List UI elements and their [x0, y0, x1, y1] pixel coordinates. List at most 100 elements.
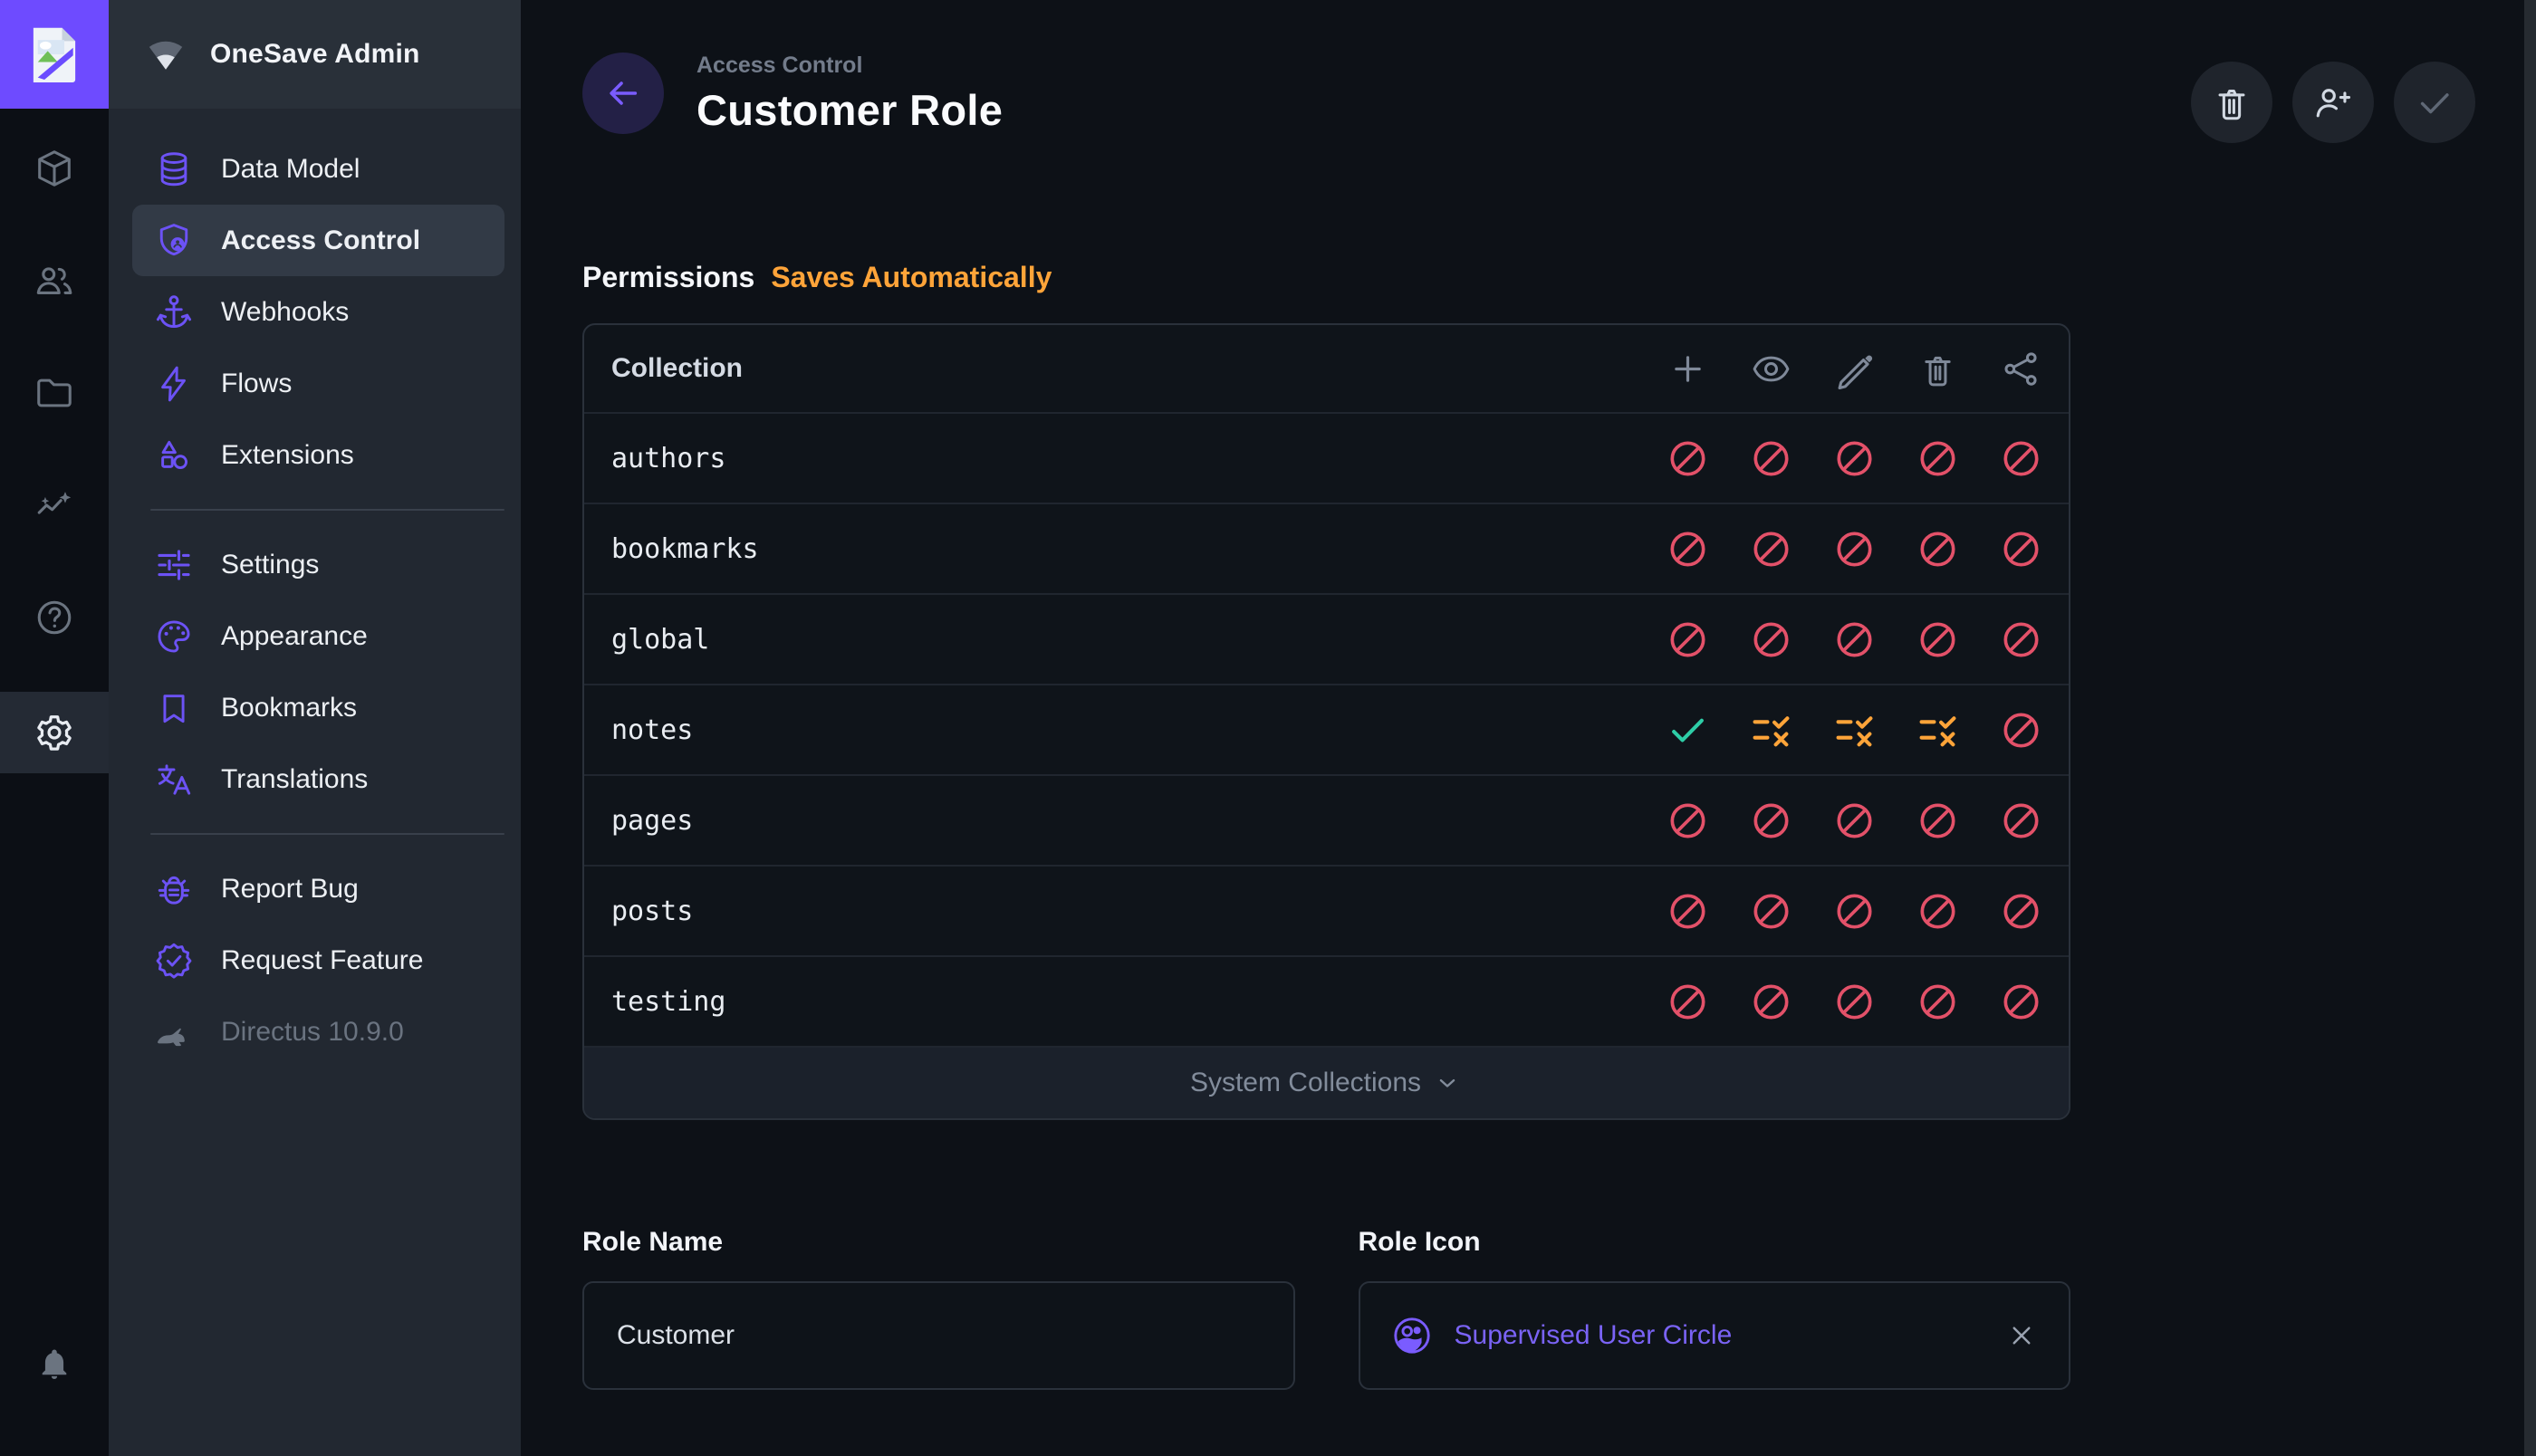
permissions-heading: Permissions Saves Automatically: [582, 261, 2070, 294]
module-insights[interactable]: [0, 449, 109, 561]
module-users[interactable]: [0, 225, 109, 337]
sidebar-item-directus-10-9-0[interactable]: Directus 10.9.0: [132, 996, 504, 1068]
no-access-icon[interactable]: [2001, 891, 2041, 932]
project-header[interactable]: OneSave Admin: [109, 0, 521, 109]
no-access-icon[interactable]: [1667, 891, 1708, 932]
no-access-icon[interactable]: [1917, 982, 1958, 1022]
full-access-icon[interactable]: [1667, 710, 1708, 751]
no-access-icon[interactable]: [1751, 800, 1792, 841]
sidebar-item-webhooks[interactable]: Webhooks: [132, 276, 504, 348]
sidebar-item-bookmarks[interactable]: Bookmarks: [132, 672, 504, 743]
module-settings[interactable]: [0, 692, 109, 773]
permission-rows: authorsbookmarksglobalnotespagespoststes…: [584, 412, 2069, 1046]
no-access-icon[interactable]: [1667, 529, 1708, 570]
system-collections-toggle[interactable]: System Collections: [584, 1046, 2069, 1118]
bell-icon: [34, 1344, 74, 1384]
module-help[interactable]: [0, 561, 109, 674]
sidebar-item-data-model[interactable]: Data Model: [132, 133, 504, 205]
cube-icon: [34, 148, 75, 189]
no-access-icon[interactable]: [1834, 438, 1875, 479]
role-icon-label: Role Icon: [1359, 1227, 2071, 1258]
back-button[interactable]: [582, 53, 664, 134]
sidebar-item-translations[interactable]: Translations: [132, 743, 504, 815]
tune-icon: [154, 545, 194, 585]
title-block: Access Control Customer Role: [696, 53, 1003, 135]
no-access-icon[interactable]: [1667, 982, 1708, 1022]
no-access-icon[interactable]: [1917, 619, 1958, 660]
invite-users-button[interactable]: [2292, 62, 2374, 143]
custom-access-icon[interactable]: [1751, 710, 1792, 751]
save-button[interactable]: [2394, 62, 2475, 143]
close-icon: [2005, 1319, 2038, 1352]
read-column-icon[interactable]: [1751, 349, 1792, 389]
supervised-user-circle-icon: [1391, 1315, 1433, 1356]
no-access-icon[interactable]: [1834, 891, 1875, 932]
update-column-icon[interactable]: [1834, 349, 1875, 389]
custom-access-icon[interactable]: [1834, 710, 1875, 751]
no-access-icon[interactable]: [2001, 529, 2041, 570]
collection-name: bookmarks: [611, 533, 759, 565]
bolt-icon: [154, 364, 194, 404]
clear-icon-button[interactable]: [2005, 1319, 2038, 1352]
no-access-icon[interactable]: [2001, 710, 2041, 751]
rabbit-icon: [154, 1012, 194, 1052]
permissions-table: Collection authorsbookmarksglobalnotespa…: [582, 323, 2070, 1120]
no-access-icon[interactable]: [1834, 800, 1875, 841]
no-access-icon[interactable]: [1667, 438, 1708, 479]
no-access-icon[interactable]: [1917, 800, 1958, 841]
sidebar-item-flows[interactable]: Flows: [132, 348, 504, 419]
no-access-icon[interactable]: [1751, 529, 1792, 570]
role-icon-value: Supervised User Circle: [1455, 1320, 1984, 1351]
no-access-icon[interactable]: [2001, 438, 2041, 479]
sidebar-item-extensions[interactable]: Extensions: [132, 419, 504, 491]
autosave-note: Saves Automatically: [771, 261, 1052, 294]
no-access-icon[interactable]: [1751, 891, 1792, 932]
page-title: Customer Role: [696, 85, 1003, 135]
no-access-icon[interactable]: [2001, 619, 2041, 660]
create-column-icon[interactable]: [1667, 349, 1708, 389]
sidebar-item-settings[interactable]: Settings: [132, 529, 504, 600]
nav-divider: [150, 509, 504, 511]
no-access-icon[interactable]: [1751, 982, 1792, 1022]
role-name-input[interactable]: [582, 1281, 1295, 1390]
module-content[interactable]: [0, 112, 109, 225]
permission-cells: [1667, 529, 2069, 570]
bug-icon: [154, 869, 194, 909]
no-access-icon[interactable]: [1667, 619, 1708, 660]
sidebar-item-appearance[interactable]: Appearance: [132, 600, 504, 672]
no-access-icon[interactable]: [2001, 982, 2041, 1022]
collection-name: pages: [611, 805, 693, 837]
nav-divider: [150, 833, 504, 835]
no-access-icon[interactable]: [1834, 529, 1875, 570]
no-access-icon[interactable]: [1751, 438, 1792, 479]
collection-name: global: [611, 624, 709, 656]
scrollbar[interactable]: [2524, 0, 2536, 1456]
no-access-icon[interactable]: [1917, 438, 1958, 479]
sidebar-item-report-bug[interactable]: Report Bug: [132, 853, 504, 924]
breadcrumb[interactable]: Access Control: [696, 53, 1003, 79]
module-files[interactable]: [0, 337, 109, 449]
no-access-icon[interactable]: [1917, 891, 1958, 932]
no-access-icon[interactable]: [1751, 619, 1792, 660]
anchor-icon: [154, 292, 194, 332]
module-notifications[interactable]: [0, 1344, 109, 1384]
no-access-icon[interactable]: [1917, 529, 1958, 570]
project-logo[interactable]: [0, 0, 109, 109]
broken-image-icon: [29, 24, 80, 84]
no-access-icon[interactable]: [1834, 619, 1875, 660]
header-actions: [2191, 62, 2475, 143]
no-access-icon[interactable]: [1667, 800, 1708, 841]
sidebar-item-label: Extensions: [221, 440, 354, 471]
sidebar-item-label: Report Bug: [221, 874, 359, 905]
delete-role-button[interactable]: [2191, 62, 2272, 143]
no-access-icon[interactable]: [2001, 800, 2041, 841]
delete-column-icon[interactable]: [1917, 349, 1958, 389]
role-icon-input[interactable]: Supervised User Circle: [1359, 1281, 2071, 1390]
no-access-icon[interactable]: [1834, 982, 1875, 1022]
sidebar-item-access-control[interactable]: Access Control: [132, 205, 504, 276]
custom-access-icon[interactable]: [1917, 710, 1958, 751]
share-column-icon[interactable]: [2001, 349, 2041, 389]
sidebar-item-request-feature[interactable]: Request Feature: [132, 924, 504, 996]
role-icon-field: Role Icon Supervised User Circle: [1359, 1227, 2071, 1390]
person-add-icon: [2312, 81, 2354, 123]
